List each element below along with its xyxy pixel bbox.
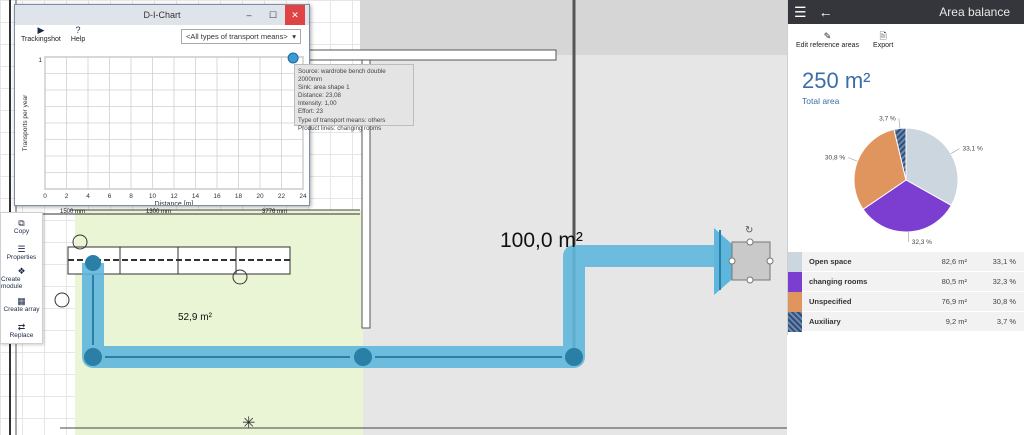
copy-button[interactable]: ⧉ Copy (1, 213, 42, 239)
svg-text:✳: ✳ (242, 413, 255, 432)
legend-swatch (788, 291, 802, 312)
di-chart-window: D-I-Chart – ☐ ✕ ▶ Trackingshot ? Help <All… (14, 4, 310, 208)
copy-icon: ⧉ (18, 217, 25, 228)
tooltip-line: Sink: area shape 1 (298, 84, 350, 92)
module-icon: ❖ (17, 266, 26, 276)
array-icon: ▦ (17, 295, 26, 306)
x-tick-label: 6 (108, 193, 112, 200)
tooltip-line: Type of transport means: others (298, 116, 386, 124)
flow-node (85, 255, 101, 271)
play-icon: ▶ (37, 25, 45, 35)
x-tick-label: 10 (149, 193, 157, 200)
flow-node (565, 348, 583, 366)
x-tick-label: 12 (170, 193, 178, 200)
export-button[interactable]: 🗎 Export (873, 31, 893, 54)
replace-icon: ⇄ (17, 321, 26, 332)
legend-row[interactable]: Open space 82,6 m² 33,1 % (788, 251, 1024, 272)
x-tick-label: 2 (65, 193, 69, 200)
di-chart-plot: 0 2 4 6 8 10 12 14 16 18 20 22 241Distance [m]Transp… (22, 52, 307, 208)
edit-reference-areas-button[interactable]: ✎ Edit reference areas (796, 31, 859, 54)
area-label-small: 52,9 m² (178, 312, 212, 323)
properties-icon: ☰ (17, 243, 26, 254)
x-tick-label: 18 (235, 193, 243, 200)
pie-leader-line (950, 148, 960, 154)
x-tick-label: 20 (256, 193, 264, 200)
svg-text:↻: ↻ (745, 225, 753, 236)
x-tick-label: 14 (192, 193, 200, 200)
green-zone (75, 210, 363, 435)
x-axis-label: Distance [m] (155, 201, 194, 205)
tooltip-line: Intensity: 1,00 (298, 100, 337, 108)
sink-area-shape (731, 241, 771, 281)
replace-button[interactable]: ⇄ Replace (1, 317, 42, 343)
area-label-large: 100,0 m² (500, 229, 583, 252)
panel-header: ☰ ← Area balance (788, 0, 1024, 24)
tooltip-line: Effort: 23 (298, 108, 323, 116)
area-pie-chart: 33,1 % 32,3 % 30,8 % 3,7 % (825, 115, 983, 246)
flow-node (84, 348, 102, 366)
flow-node (354, 348, 372, 366)
export-icon: 🗎 (879, 31, 887, 41)
tooltip-line: Product lines: changing rooms (298, 124, 382, 132)
tooltip-line: Distance: 23,08 (298, 92, 341, 100)
pie-label: 32,3 % (912, 239, 932, 246)
edit-icon: ✎ (823, 31, 832, 41)
help-button[interactable]: ? Help (71, 25, 85, 43)
x-tick-label: 22 (278, 193, 286, 200)
window-titlebar[interactable]: D-I-Chart – ☐ ✕ (15, 5, 309, 25)
legend-row[interactable]: Unspecified 76,9 m² 30,8 % (788, 291, 1024, 312)
transport-means-select[interactable]: <All types of transport means> ▾ (181, 29, 301, 44)
edit-toolbar: ⧉ Copy ☰ Properties ❖ Create module ▦ Create… (0, 212, 43, 344)
create-module-button[interactable]: ❖ Create module (1, 265, 42, 291)
menu-icon[interactable]: ☰ (794, 4, 807, 21)
total-area-value: 250 m² (802, 68, 871, 93)
y-axis-label: Transports per year (22, 94, 29, 151)
create-array-button[interactable]: ▦ Create array (1, 291, 42, 317)
legend-row[interactable]: changing rooms 80,5 m² 32,3 % (788, 271, 1024, 292)
minimize-button[interactable]: – (237, 5, 261, 25)
legend-swatch (788, 251, 802, 272)
window-title: D-I-Chart (143, 10, 181, 20)
data-point (287, 52, 299, 64)
pie-leader-line (898, 118, 901, 129)
help-icon: ? (75, 25, 81, 35)
legend-swatch (788, 311, 802, 332)
chart-point-tooltip: Source: wardrobe bench double 2000mm Sin… (294, 64, 414, 132)
area-balance-panel: ☰ ← Area balance ✎ Edit reference areas 🗎… (787, 0, 1024, 335)
total-area-label: Total area (802, 96, 840, 106)
wall-horizontal (299, 49, 557, 61)
legend-swatch (788, 271, 802, 292)
tooltip-line: Source: wardrobe bench double 2000mm (298, 68, 386, 84)
panel-title: Area balance (939, 5, 1010, 19)
area-legend: Open space 82,6 m² 33,1 % changing rooms… (788, 251, 1024, 332)
x-tick-label: 24 (299, 193, 307, 200)
properties-button[interactable]: ☰ Properties (1, 239, 42, 265)
legend-row[interactable]: Auxiliary 9,2 m² 3,7 % (788, 311, 1024, 332)
pie-label: 30,8 % (825, 155, 845, 162)
x-tick-label: 0 (43, 193, 47, 200)
x-tick-label: 4 (86, 193, 90, 200)
close-button[interactable]: ✕ (285, 5, 305, 25)
pie-label: 3,7 % (879, 115, 896, 122)
maximize-button[interactable]: ☐ (261, 5, 285, 25)
y-tick-label: 1 (38, 57, 42, 64)
x-tick-label: 16 (213, 193, 221, 200)
chevron-down-icon: ▾ (292, 32, 296, 41)
pie-leader-line (848, 157, 858, 162)
back-arrow-icon[interactable]: ← (819, 4, 833, 20)
trackingshot-button[interactable]: ▶ Trackingshot (21, 25, 61, 43)
pie-label: 33,1 % (962, 146, 982, 153)
x-tick-label: 8 (129, 193, 133, 200)
